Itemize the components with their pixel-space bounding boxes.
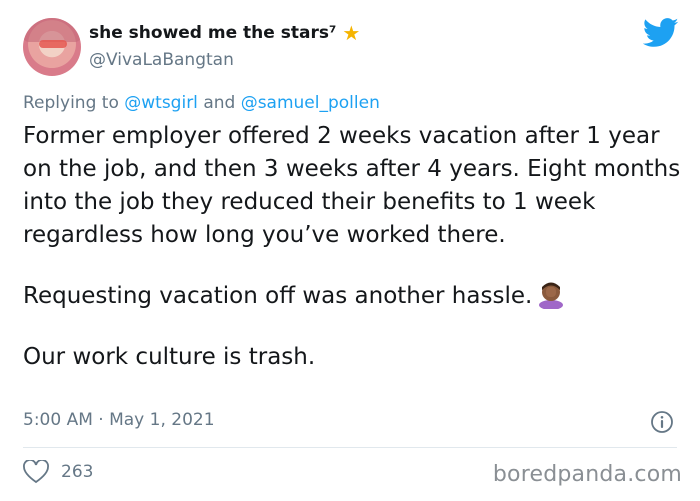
reply-context: Replying to @wtsgirl and @samuel_pollen xyxy=(23,93,380,113)
avatar[interactable] xyxy=(23,18,81,76)
tweet-paragraph-2-row: Requesting vacation off was another hass… xyxy=(23,280,683,313)
tweet-paragraph-1: Former employer offered 2 weeks vacation… xyxy=(23,123,681,248)
heart-icon[interactable] xyxy=(23,460,49,484)
mention-link-2[interactable]: @samuel_pollen xyxy=(241,93,380,113)
star-icon: ★ xyxy=(342,21,361,45)
tweet-paragraph-3: Our work culture is trash. xyxy=(23,344,316,370)
author-handle[interactable]: @VivaLaBangtan xyxy=(89,50,234,70)
reply-conjunction: and xyxy=(203,93,236,113)
tweet-paragraph-2: Requesting vacation off was another hass… xyxy=(23,283,533,309)
divider xyxy=(23,447,677,448)
mention-link-1[interactable]: @wtsgirl xyxy=(124,93,198,113)
author-display-name[interactable]: she showed me the stars⁷ xyxy=(89,23,336,43)
info-icon[interactable] xyxy=(650,410,674,434)
watermark: boredpanda.com xyxy=(492,462,682,487)
facepalm-emoji-icon xyxy=(539,282,564,309)
author-name-row[interactable]: she showed me the stars⁷ ★ xyxy=(89,23,360,43)
like-button[interactable]: 263 xyxy=(23,460,93,484)
tweet-text: Former employer offered 2 weeks vacation… xyxy=(23,120,683,374)
avatar-glasses xyxy=(39,40,67,48)
like-count: 263 xyxy=(61,462,94,482)
avatar-hair xyxy=(23,18,81,42)
tweet-timestamp[interactable]: 5:00 AM · May 1, 2021 xyxy=(23,410,215,430)
twitter-bird-icon[interactable] xyxy=(643,18,679,48)
reply-prefix: Replying to xyxy=(23,93,119,113)
